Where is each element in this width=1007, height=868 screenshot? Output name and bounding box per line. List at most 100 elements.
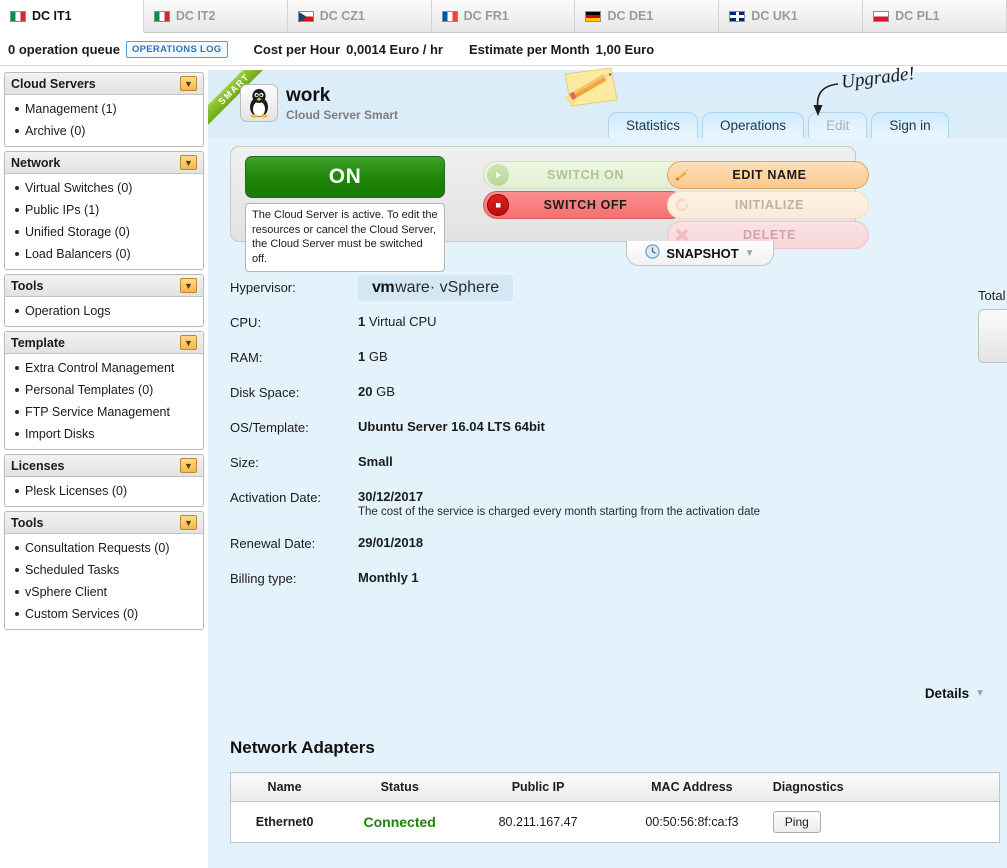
chevron-down-icon[interactable]: ▼ bbox=[180, 155, 197, 170]
sidebar-panel-body: Extra Control Management Personal Templat… bbox=[5, 354, 203, 449]
switch-off-button[interactable]: SWITCH OFF bbox=[483, 191, 685, 219]
estimate-per-month-label: Estimate per Month bbox=[469, 41, 590, 57]
sidebar-item-vsphere-client[interactable]: vSphere Client bbox=[5, 581, 203, 603]
sidebar-item-label: Public IPs (1) bbox=[25, 203, 100, 217]
sidebar-panel-title: Network bbox=[11, 155, 61, 170]
sidebar-item-import-disks[interactable]: Import Disks bbox=[5, 423, 203, 445]
chevron-down-icon[interactable]: ▼ bbox=[180, 76, 197, 91]
tab-edit[interactable]: Edit bbox=[808, 112, 868, 138]
sidebar-panel-title: Licenses bbox=[11, 458, 65, 473]
chevron-down-icon[interactable]: ▼ bbox=[180, 458, 197, 473]
initialize-label: INITIALIZE bbox=[734, 198, 805, 212]
sidebar-item-label: Personal Templates (0) bbox=[25, 383, 154, 397]
sidebar-item-personal-templates-0[interactable]: Personal Templates (0) bbox=[5, 379, 203, 401]
total-estimates-title: Total Estimates bbox=[978, 288, 1007, 303]
tab-label: Statistics bbox=[626, 118, 681, 133]
datacenter-tab-label: DC UK1 bbox=[751, 9, 798, 23]
sidebar-item-extra-control-management[interactable]: Extra Control Management bbox=[5, 357, 203, 379]
sidebar-item-label: Plesk Licenses (0) bbox=[25, 484, 128, 498]
bullet-icon bbox=[15, 208, 19, 212]
tab-sign-in[interactable]: Sign in bbox=[871, 112, 949, 138]
sidebar-item-scheduled-tasks[interactable]: Scheduled Tasks bbox=[5, 559, 203, 581]
sidebar-item-label: Import Disks bbox=[25, 427, 95, 441]
content-area: ON The Cloud Server is active. To edit t… bbox=[208, 138, 1007, 868]
server-subtitle: Cloud Server Smart bbox=[286, 107, 399, 122]
sidebar-item-unified-storage-0[interactable]: Unified Storage (0) bbox=[5, 221, 203, 243]
spec-value: 20 GB bbox=[358, 383, 395, 399]
chevron-down-icon[interactable]: ▼ bbox=[180, 335, 197, 350]
sidebar-item-public-ips-1[interactable]: Public IPs (1) bbox=[5, 199, 203, 221]
fr-flag-icon bbox=[441, 10, 458, 22]
datacenter-tab-dc-cz1[interactable]: DC CZ1 bbox=[287, 0, 432, 32]
operation-queue-label: 0 operation queue bbox=[8, 41, 120, 57]
sidebar-item-ftp-service-management[interactable]: FTP Service Management bbox=[5, 401, 203, 423]
estimate-per-month-segment: Estimate per Month 1,00 Euro bbox=[469, 42, 654, 57]
tab-label: Operations bbox=[720, 118, 787, 133]
sidebar-item-label: Extra Control Management bbox=[25, 361, 175, 375]
ping-button[interactable]: Ping bbox=[772, 811, 821, 833]
details-toggle[interactable]: Details ▼ bbox=[925, 686, 985, 701]
spec-value-primary: Ubuntu Server 16.04 LTS 64bit bbox=[358, 419, 545, 434]
stop-icon bbox=[487, 194, 509, 216]
sidebar-panel-body: Operation Logs bbox=[5, 297, 203, 326]
chevron-down-icon[interactable]: ▼ bbox=[180, 515, 197, 530]
sidebar-panel-header[interactable]: Tools ▼ bbox=[5, 275, 203, 297]
adapter-diagnostics-cell: Ping bbox=[769, 802, 1000, 843]
chevron-down-icon: ▼ bbox=[744, 247, 755, 259]
initialize-button[interactable]: INITIALIZE bbox=[667, 191, 869, 219]
bullet-icon bbox=[15, 489, 19, 493]
sidebar-item-label: Virtual Switches (0) bbox=[25, 181, 133, 195]
sidebar-panel-tools: Tools ▼ Operation Logs bbox=[4, 274, 204, 327]
spec-value-primary: 29/01/2018 bbox=[358, 535, 424, 550]
chevron-down-icon[interactable]: ▼ bbox=[180, 278, 197, 293]
datacenter-tab-dc-it1[interactable]: DC IT1 bbox=[0, 0, 144, 33]
bullet-icon bbox=[15, 546, 19, 550]
tab-statistics[interactable]: Statistics bbox=[608, 112, 699, 138]
datacenter-tab-dc-uk1[interactable]: DC UK1 bbox=[719, 0, 864, 32]
snapshot-tab[interactable]: SNAPSHOT ▼ bbox=[626, 241, 774, 266]
sidebar-panel-tools: Tools ▼ Consultation Requests (0) Scheduled… bbox=[4, 511, 204, 630]
column-header: Name bbox=[230, 772, 339, 802]
sidebar-panel-header[interactable]: Cloud Servers ▼ bbox=[5, 73, 203, 95]
sidebar-item-plesk-licenses-0[interactable]: Plesk Licenses (0) bbox=[5, 480, 203, 502]
tab-operations[interactable]: Operations bbox=[702, 112, 805, 138]
edit-name-button[interactable]: EDIT NAME bbox=[667, 161, 869, 189]
main-content: SMART work Cloud Server Smart Upgrade! S… bbox=[208, 63, 1007, 868]
spec-label: CPU: bbox=[230, 315, 262, 330]
sidebar-item-consultation-requests-0[interactable]: Consultation Requests (0) bbox=[5, 537, 203, 559]
sidebar-item-custom-services-0[interactable]: Custom Services (0) bbox=[5, 603, 203, 625]
spec-value-secondary: Virtual CPU bbox=[365, 314, 437, 329]
datacenter-tab-dc-fr1[interactable]: DC FR1 bbox=[431, 0, 576, 32]
sidebar-panel-header[interactable]: Tools ▼ bbox=[5, 512, 203, 534]
server-title: work Cloud Server Smart bbox=[286, 86, 398, 122]
table-header-row: Name Status Public IP MAC Address Diagnostic… bbox=[230, 772, 1000, 802]
sidebar-panel-header[interactable]: Network ▼ bbox=[5, 152, 203, 174]
switch-on-label: SWITCH ON bbox=[547, 168, 624, 182]
spec-value-primary: Monthly 1 bbox=[358, 570, 419, 585]
sidebar-item-load-balancers-0[interactable]: Load Balancers (0) bbox=[5, 243, 203, 265]
sidebar-item-archive-0[interactable]: Archive (0) bbox=[5, 120, 203, 142]
sidebar-panel-header[interactable]: Template ▼ bbox=[5, 332, 203, 354]
estimate-per-month-box: Estimate per month 1.00 Euro bbox=[978, 309, 1007, 363]
bullet-icon bbox=[15, 432, 19, 436]
spec-label: Renewal Date: bbox=[230, 536, 316, 551]
sidebar-item-operation-logs[interactable]: Operation Logs bbox=[5, 300, 203, 322]
sidebar-item-virtual-switches-0[interactable]: Virtual Switches (0) bbox=[5, 177, 203, 199]
network-adapters-table: Name Status Public IP MAC Address Diagnostic… bbox=[230, 772, 1000, 843]
spec-value: vm ware· vSphere bbox=[358, 275, 514, 301]
switch-on-button[interactable]: SWITCH ON bbox=[483, 161, 685, 189]
operation-queue-segment: 0 operation queue OPERATIONS LOG bbox=[8, 40, 228, 58]
sidebar-panel-title: Tools bbox=[11, 515, 44, 530]
power-block: ON The Cloud Server is active. To edit t… bbox=[245, 156, 445, 272]
datacenter-tab-label: DC IT1 bbox=[32, 9, 72, 23]
spec-value: 1 Virtual CPU bbox=[358, 313, 437, 329]
datacenter-tab-dc-pl1[interactable]: DC PL1 bbox=[863, 0, 1007, 32]
datacenter-tab-dc-de1[interactable]: DC DE1 bbox=[575, 0, 720, 32]
sidebar-item-management-1[interactable]: Management (1) bbox=[5, 98, 203, 120]
datacenter-tab-dc-it2[interactable]: DC IT2 bbox=[143, 0, 288, 32]
operations-log-button[interactable]: OPERATIONS LOG bbox=[125, 40, 228, 58]
bullet-icon bbox=[15, 252, 19, 256]
bullet-icon bbox=[15, 309, 19, 313]
sidebar-panel-header[interactable]: Licenses ▼ bbox=[5, 455, 203, 477]
cost-per-hour-segment: Cost per Hour 0,0014 Euro / hr bbox=[254, 42, 444, 57]
